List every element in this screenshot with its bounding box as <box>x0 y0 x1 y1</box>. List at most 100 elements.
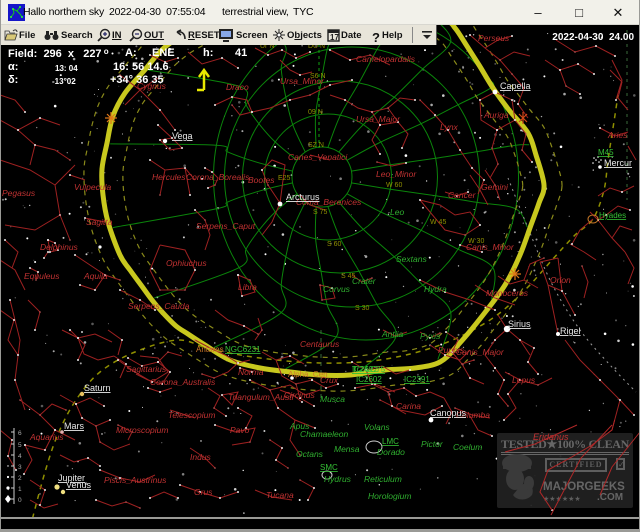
svg-text:17: 17 <box>330 33 339 42</box>
svg-text:Norma: Norma <box>238 367 264 377</box>
svg-text:E25: E25 <box>278 175 291 182</box>
svg-text:Circinus: Circinus <box>284 390 315 400</box>
svg-text:Aquila: Aquila <box>83 271 108 281</box>
svg-text:Leo: Leo <box>390 207 404 217</box>
svg-text:Vulpecula: Vulpecula <box>74 182 111 192</box>
svg-text:S 60: S 60 <box>327 241 342 248</box>
svg-text:Auriga: Auriga <box>483 110 509 120</box>
svg-text:Vega: Vega <box>172 131 193 141</box>
svg-text:Tucana: Tucana <box>266 490 294 500</box>
svg-text:Canes_Venatici: Canes_Venatici <box>288 152 348 162</box>
svg-text:W 45: W 45 <box>430 219 446 226</box>
svg-text:Pyxis: Pyxis <box>420 331 441 341</box>
svg-text:Dorado: Dorado <box>377 447 405 457</box>
svg-text:5: 5 <box>18 442 22 449</box>
svg-text:W 60: W 60 <box>386 182 402 189</box>
svg-text:Ursa_Major: Ursa_Major <box>356 114 401 124</box>
svg-text:Eridanus: Eridanus <box>533 432 569 442</box>
svg-text:Antlia: Antlia <box>381 329 404 339</box>
svg-text:Octans: Octans <box>296 449 324 459</box>
svg-text:Ophiuchus: Ophiuchus <box>166 258 207 268</box>
svg-text:3: 3 <box>18 464 22 471</box>
svg-text:Lynx: Lynx <box>440 122 459 132</box>
svg-text:Puppis: Puppis <box>438 345 465 355</box>
svg-text:S 75: S 75 <box>313 209 328 216</box>
svg-text:Serpens_Caput: Serpens_Caput <box>196 221 256 231</box>
svg-text:Rigel: Rigel <box>560 326 581 336</box>
svg-text:W 30: W 30 <box>468 238 484 245</box>
svg-text:Hydra: Hydra <box>424 284 447 294</box>
svg-text:Mars: Mars <box>64 421 84 431</box>
svg-text:Corona_Australis: Corona_Australis <box>150 377 216 387</box>
svg-text:NGC6231: NGC6231 <box>225 345 261 354</box>
svg-text:Sirius: Sirius <box>508 319 531 329</box>
svg-text:Grus: Grus <box>194 487 213 497</box>
svg-text:Delphinus: Delphinus <box>40 242 79 252</box>
svg-text:IC2622: IC2622 <box>352 365 378 374</box>
svg-text:Crater: Crater <box>352 276 377 286</box>
svg-text:Pavo: Pavo <box>230 425 250 435</box>
svg-text:Pictor: Pictor <box>421 439 444 449</box>
svg-text:Aquarius: Aquarius <box>29 432 64 442</box>
svg-text:Equuleus: Equuleus <box>24 271 60 281</box>
svg-text:Serpens_Cauda: Serpens_Cauda <box>128 301 190 311</box>
svg-text:Hydrus: Hydrus <box>324 474 352 484</box>
svg-text:2: 2 <box>18 475 22 482</box>
svg-text:Alpha_Cen: Alpha_Cen <box>288 370 328 379</box>
svg-text:Canopus: Canopus <box>430 408 467 418</box>
svg-text:S6 N: S6 N <box>310 73 326 80</box>
svg-text:Orion: Orion <box>550 275 571 285</box>
svg-text:Mercur: Mercur <box>604 158 632 168</box>
svg-text:IC2391: IC2391 <box>404 375 430 384</box>
svg-text:Indus: Indus <box>190 452 212 462</box>
svg-text:Venus: Venus <box>66 480 92 490</box>
svg-text:4: 4 <box>18 453 22 460</box>
svg-text:Reticulum: Reticulum <box>364 474 402 484</box>
svg-text:SZ N: SZ N <box>308 142 324 149</box>
svg-text:0: 0 <box>18 497 22 504</box>
svg-text:IC2602: IC2602 <box>356 375 382 384</box>
svg-text:Capella: Capella <box>500 81 531 91</box>
svg-text:Mensa: Mensa <box>334 444 360 454</box>
svg-text:09 N: 09 N <box>308 109 323 116</box>
svg-text:Telescopium: Telescopium <box>168 410 215 420</box>
svg-text:Libra: Libra <box>238 282 257 292</box>
svg-text:Monoceros: Monoceros <box>486 288 529 298</box>
svg-text:Centaurus: Centaurus <box>300 339 340 349</box>
svg-text:SMC: SMC <box>320 463 338 472</box>
svg-text:Sextans: Sextans <box>396 254 427 264</box>
svg-text:Corona_Borealis: Corona_Borealis <box>186 172 250 182</box>
svg-text:Aries: Aries <box>607 130 628 140</box>
svg-text:Apus: Apus <box>289 421 310 431</box>
svg-text:Musca: Musca <box>320 394 345 404</box>
svg-text:LMC: LMC <box>382 437 399 446</box>
svg-text:Sagittarius: Sagittarius <box>126 364 167 374</box>
svg-text:Gemini: Gemini <box>481 182 509 192</box>
svg-text:6: 6 <box>18 430 22 437</box>
svg-text:Sagitta: Sagitta <box>86 217 113 227</box>
svg-text:Hyades: Hyades <box>599 211 626 220</box>
svg-text:Piscis_Austrinus: Piscis_Austrinus <box>104 475 167 485</box>
svg-text:Arcturus: Arcturus <box>286 192 320 202</box>
svg-text:S 45: S 45 <box>341 273 356 280</box>
svg-text:Leo_Minor: Leo_Minor <box>376 169 417 179</box>
svg-text:S 30: S 30 <box>355 305 370 312</box>
svg-text:Bootes: Bootes <box>248 175 275 185</box>
svg-text:1: 1 <box>18 486 22 493</box>
svg-text:Corvus: Corvus <box>323 284 351 294</box>
svg-text:Pegasus: Pegasus <box>2 188 36 198</box>
svg-text:Volans: Volans <box>364 422 390 432</box>
svg-text:M45: M45 <box>598 148 614 157</box>
svg-text:Antares: Antares <box>196 345 224 354</box>
svg-text:Hercules: Hercules <box>152 172 186 182</box>
svg-text:Saturn: Saturn <box>84 383 111 393</box>
svg-text:Microscopium: Microscopium <box>116 425 168 435</box>
svg-text:Camelopardalis: Camelopardalis <box>356 54 416 64</box>
svg-text:Carina: Carina <box>396 401 421 411</box>
svg-text:Cancer: Cancer <box>448 190 477 200</box>
svg-text:Draco: Draco <box>226 82 249 92</box>
svg-text:Horologium: Horologium <box>368 491 411 501</box>
svg-text:Coelum: Coelum <box>453 442 482 452</box>
svg-text:Lepus: Lepus <box>512 375 536 385</box>
svg-text:Perseus: Perseus <box>478 33 510 43</box>
